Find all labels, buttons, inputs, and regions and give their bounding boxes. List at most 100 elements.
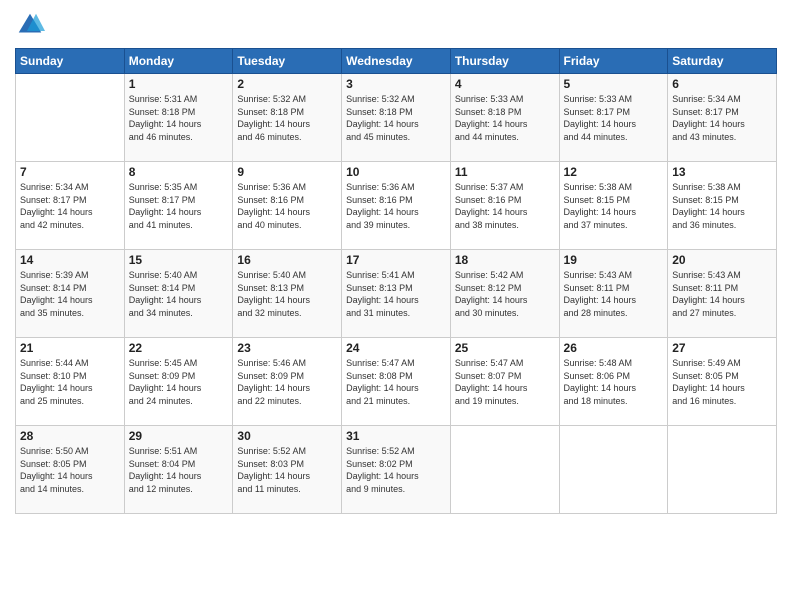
day-info: Sunrise: 5:40 AMSunset: 8:14 PMDaylight:… [129, 269, 229, 319]
day-number: 19 [564, 253, 664, 267]
day-info: Sunrise: 5:46 AMSunset: 8:09 PMDaylight:… [237, 357, 337, 407]
day-number: 21 [20, 341, 120, 355]
day-number: 14 [20, 253, 120, 267]
day-cell-17: 17Sunrise: 5:41 AMSunset: 8:13 PMDayligh… [342, 250, 451, 338]
day-cell-15: 15 Sunrise: 5:40 AMSunset: 8:14 PMDayligh… [124, 250, 233, 338]
day-number: 15 [129, 253, 229, 267]
logo [15, 10, 49, 40]
day-cell-29: 29Sunrise: 5:51 AMSunset: 8:04 PMDayligh… [124, 426, 233, 514]
day-number: 5 [564, 77, 664, 91]
day-number: 28 [20, 429, 120, 443]
day-info: Sunrise: 5:33 AMSunset: 8:17 PMDaylight:… [564, 93, 664, 143]
logo-icon [15, 10, 45, 40]
day-info: Sunrise: 5:35 AMSunset: 8:17 PMDaylight:… [129, 181, 229, 231]
weekday-header-row: SundayMondayTuesdayWednesdayThursdayFrid… [16, 49, 777, 74]
day-number: 6 [672, 77, 772, 91]
day-info: Sunrise: 5:36 AMSunset: 8:16 PMDaylight:… [346, 181, 446, 231]
day-cell-26: 26Sunrise: 5:48 AMSunset: 8:06 PMDayligh… [559, 338, 668, 426]
week-row-5: 28 Sunrise: 5:50 AMSunset: 8:05 PMDayligh… [16, 426, 777, 514]
day-cell-20: 20 Sunrise: 5:43 AMSunset: 8:11 PMDayligh… [668, 250, 777, 338]
day-cell-12: 12 Sunrise: 5:38 AMSunset: 8:15 PMDayligh… [559, 162, 668, 250]
day-cell-21: 21 Sunrise: 5:44 AMSunset: 8:10 PMDayligh… [16, 338, 125, 426]
day-cell-14: 14 Sunrise: 5:39 AMSunset: 8:14 PMDayligh… [16, 250, 125, 338]
day-cell-22: 22 Sunrise: 5:45 AMSunset: 8:09 PMDayligh… [124, 338, 233, 426]
day-number: 10 [346, 165, 446, 179]
header [15, 10, 777, 40]
empty-cell [559, 426, 668, 514]
day-number: 24 [346, 341, 446, 355]
day-number: 2 [237, 77, 337, 91]
day-number: 31 [346, 429, 446, 443]
day-cell-13: 13 Sunrise: 5:38 AMSunset: 8:15 PMDayligh… [668, 162, 777, 250]
day-number: 18 [455, 253, 555, 267]
day-cell-10: 10 Sunrise: 5:36 AMSunset: 8:16 PMDayligh… [342, 162, 451, 250]
week-row-1: 1Sunrise: 5:31 AMSunset: 8:18 PMDaylight… [16, 74, 777, 162]
day-number: 16 [237, 253, 337, 267]
week-row-3: 14 Sunrise: 5:39 AMSunset: 8:14 PMDayligh… [16, 250, 777, 338]
day-cell-28: 28 Sunrise: 5:50 AMSunset: 8:05 PMDayligh… [16, 426, 125, 514]
day-number: 7 [20, 165, 120, 179]
day-number: 9 [237, 165, 337, 179]
day-cell-9: 9 Sunrise: 5:36 AMSunset: 8:16 PMDaylight… [233, 162, 342, 250]
day-info: Sunrise: 5:43 AMSunset: 8:11 PMDaylight:… [672, 269, 772, 319]
day-number: 22 [129, 341, 229, 355]
day-info: Sunrise: 5:39 AMSunset: 8:14 PMDaylight:… [20, 269, 120, 319]
weekday-sunday: Sunday [16, 49, 125, 74]
day-number: 12 [564, 165, 664, 179]
day-info: Sunrise: 5:38 AMSunset: 8:15 PMDaylight:… [564, 181, 664, 231]
day-cell-1: 1Sunrise: 5:31 AMSunset: 8:18 PMDaylight… [124, 74, 233, 162]
day-info: Sunrise: 5:47 AMSunset: 8:07 PMDaylight:… [455, 357, 555, 407]
day-cell-7: 7 Sunrise: 5:34 AMSunset: 8:17 PMDaylight… [16, 162, 125, 250]
empty-cell [16, 74, 125, 162]
day-cell-25: 25 Sunrise: 5:47 AMSunset: 8:07 PMDayligh… [450, 338, 559, 426]
day-info: Sunrise: 5:45 AMSunset: 8:09 PMDaylight:… [129, 357, 229, 407]
day-number: 26 [564, 341, 664, 355]
day-info: Sunrise: 5:41 AMSunset: 8:13 PMDaylight:… [346, 269, 446, 319]
empty-cell [450, 426, 559, 514]
day-cell-18: 18 Sunrise: 5:42 AMSunset: 8:12 PMDayligh… [450, 250, 559, 338]
day-cell-5: 5 Sunrise: 5:33 AMSunset: 8:17 PMDaylight… [559, 74, 668, 162]
day-number: 11 [455, 165, 555, 179]
day-info: Sunrise: 5:43 AMSunset: 8:11 PMDaylight:… [564, 269, 664, 319]
day-info: Sunrise: 5:44 AMSunset: 8:10 PMDaylight:… [20, 357, 120, 407]
day-info: Sunrise: 5:52 AMSunset: 8:02 PMDaylight:… [346, 445, 446, 495]
day-number: 25 [455, 341, 555, 355]
day-cell-19: 19 Sunrise: 5:43 AMSunset: 8:11 PMDayligh… [559, 250, 668, 338]
empty-cell [668, 426, 777, 514]
day-number: 8 [129, 165, 229, 179]
day-info: Sunrise: 5:33 AMSunset: 8:18 PMDaylight:… [455, 93, 555, 143]
day-info: Sunrise: 5:51 AMSunset: 8:04 PMDaylight:… [129, 445, 229, 495]
day-cell-24: 24Sunrise: 5:47 AMSunset: 8:08 PMDayligh… [342, 338, 451, 426]
day-info: Sunrise: 5:42 AMSunset: 8:12 PMDaylight:… [455, 269, 555, 319]
weekday-monday: Monday [124, 49, 233, 74]
day-info: Sunrise: 5:36 AMSunset: 8:16 PMDaylight:… [237, 181, 337, 231]
weekday-wednesday: Wednesday [342, 49, 451, 74]
weekday-saturday: Saturday [668, 49, 777, 74]
weekday-friday: Friday [559, 49, 668, 74]
day-number: 1 [129, 77, 229, 91]
day-info: Sunrise: 5:52 AMSunset: 8:03 PMDaylight:… [237, 445, 337, 495]
day-cell-3: 3Sunrise: 5:32 AMSunset: 8:18 PMDaylight… [342, 74, 451, 162]
day-cell-27: 27Sunrise: 5:49 AMSunset: 8:05 PMDayligh… [668, 338, 777, 426]
day-cell-16: 16Sunrise: 5:40 AMSunset: 8:13 PMDayligh… [233, 250, 342, 338]
day-number: 20 [672, 253, 772, 267]
day-info: Sunrise: 5:34 AMSunset: 8:17 PMDaylight:… [672, 93, 772, 143]
day-number: 3 [346, 77, 446, 91]
week-row-4: 21 Sunrise: 5:44 AMSunset: 8:10 PMDayligh… [16, 338, 777, 426]
day-number: 13 [672, 165, 772, 179]
day-cell-2: 2 Sunrise: 5:32 AMSunset: 8:18 PMDaylight… [233, 74, 342, 162]
day-info: Sunrise: 5:49 AMSunset: 8:05 PMDaylight:… [672, 357, 772, 407]
calendar: SundayMondayTuesdayWednesdayThursdayFrid… [15, 48, 777, 514]
day-cell-8: 8 Sunrise: 5:35 AMSunset: 8:17 PMDaylight… [124, 162, 233, 250]
day-number: 4 [455, 77, 555, 91]
day-info: Sunrise: 5:32 AMSunset: 8:18 PMDaylight:… [237, 93, 337, 143]
day-cell-30: 30Sunrise: 5:52 AMSunset: 8:03 PMDayligh… [233, 426, 342, 514]
weekday-tuesday: Tuesday [233, 49, 342, 74]
day-info: Sunrise: 5:34 AMSunset: 8:17 PMDaylight:… [20, 181, 120, 231]
day-cell-4: 4 Sunrise: 5:33 AMSunset: 8:18 PMDaylight… [450, 74, 559, 162]
day-info: Sunrise: 5:38 AMSunset: 8:15 PMDaylight:… [672, 181, 772, 231]
week-row-2: 7 Sunrise: 5:34 AMSunset: 8:17 PMDaylight… [16, 162, 777, 250]
page: SundayMondayTuesdayWednesdayThursdayFrid… [0, 0, 792, 612]
day-info: Sunrise: 5:50 AMSunset: 8:05 PMDaylight:… [20, 445, 120, 495]
day-cell-11: 11Sunrise: 5:37 AMSunset: 8:16 PMDayligh… [450, 162, 559, 250]
